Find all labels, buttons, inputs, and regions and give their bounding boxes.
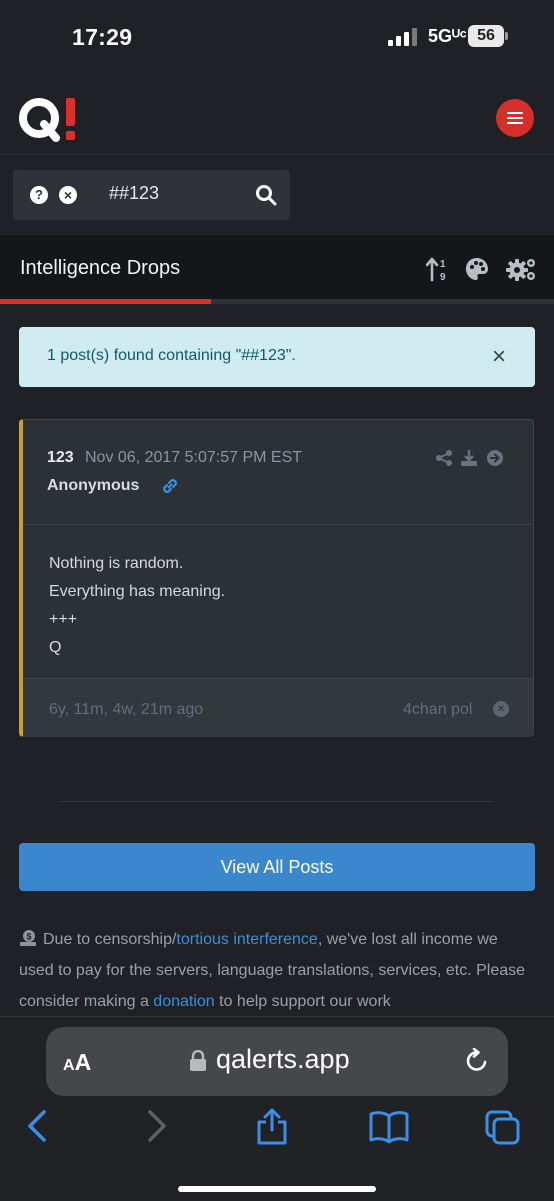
post-text-line: Nothing is random. <box>49 555 184 572</box>
post-source: 4chan pol <box>403 701 473 718</box>
forward-icon[interactable] <box>138 1106 174 1146</box>
post-footer: 6y, 11m, 4w, 21m ago 4chan pol × <box>23 678 533 737</box>
post-date: Nov 06, 2017 5:07:57 PM EST <box>85 449 303 466</box>
donation-link[interactable]: donation <box>153 993 214 1010</box>
donate-icon: $ <box>20 930 36 946</box>
source-close-icon[interactable]: × <box>493 701 509 717</box>
palette-icon[interactable] <box>464 256 490 282</box>
menu-icon-line <box>507 117 523 119</box>
settings-gears-icon[interactable] <box>506 256 538 282</box>
view-all-posts-button[interactable]: View All Posts <box>19 843 535 891</box>
site-logo[interactable] <box>18 96 80 142</box>
post-author: Anonymous <box>47 477 140 494</box>
arrow-circle-right-icon[interactable] <box>486 449 504 467</box>
post-text-line: +++ <box>49 611 78 628</box>
progress-fill <box>0 299 211 304</box>
lock-icon <box>190 1050 206 1071</box>
link-icon[interactable] <box>161 477 179 495</box>
hamburger-menu-button[interactable] <box>496 99 534 137</box>
donation-notice: $ Due to censorship/tortious interferenc… <box>19 924 535 1017</box>
search-input[interactable]: ##123 <box>109 183 159 204</box>
status-time: 17:29 <box>72 24 133 50</box>
close-alert-icon[interactable]: × <box>489 345 509 369</box>
search-bar[interactable]: ? × ##123 <box>13 170 290 220</box>
alert-message: 1 post(s) found containing "##123". <box>47 347 296 364</box>
network-label: 5Gᵁᶜ <box>428 26 467 46</box>
address-bar[interactable]: AA qalerts.app <box>46 1027 508 1096</box>
svg-text:$: $ <box>26 932 31 942</box>
bookmarks-icon[interactable] <box>368 1106 410 1146</box>
menu-icon-line <box>507 112 523 114</box>
post-body: Nothing is random. Everything has meanin… <box>23 525 533 677</box>
sort-icon[interactable]: 1 9 <box>426 256 450 282</box>
search-icon[interactable] <box>255 184 277 206</box>
svg-text:9: 9 <box>440 272 446 282</box>
site-header <box>0 78 554 155</box>
page-title: Intelligence Drops <box>20 257 181 279</box>
share-icon[interactable] <box>435 449 453 467</box>
notice-text: Due to censorship/ <box>43 931 177 948</box>
menu-icon-line <box>507 122 523 124</box>
tortious-interference-link[interactable]: tortious interference <box>176 931 317 948</box>
help-icon[interactable]: ? <box>30 186 48 204</box>
reader-text-size-button[interactable]: AA <box>63 1049 91 1076</box>
post-age: 6y, 11m, 4w, 21m ago <box>49 701 204 718</box>
home-indicator <box>178 1186 376 1192</box>
notice-text: to help support our work <box>214 993 391 1010</box>
url-text[interactable]: qalerts.app <box>216 1044 350 1075</box>
post-text-line: Everything has meaning. <box>49 583 226 600</box>
tabs-icon[interactable] <box>484 1106 520 1146</box>
post-number[interactable]: 123 <box>47 449 74 467</box>
back-icon[interactable] <box>20 1106 56 1146</box>
download-icon[interactable] <box>460 449 478 467</box>
post-text-line: Q <box>49 639 62 656</box>
post-card: 123 Nov 06, 2017 5:07:57 PM EST Anonymou… <box>19 419 534 737</box>
section-divider <box>60 801 494 802</box>
search-result-alert: 1 post(s) found containing "##123". × <box>19 327 535 387</box>
post-header: 123 Nov 06, 2017 5:07:57 PM EST Anonymou… <box>23 420 533 525</box>
reload-icon[interactable] <box>464 1048 490 1074</box>
svg-text:1: 1 <box>440 259 446 270</box>
share-sheet-icon[interactable] <box>254 1106 290 1146</box>
clear-search-icon[interactable]: × <box>59 186 77 204</box>
battery-level: 56 <box>477 27 495 44</box>
signal-icon <box>388 28 417 46</box>
battery-icon: 56 <box>468 25 508 47</box>
